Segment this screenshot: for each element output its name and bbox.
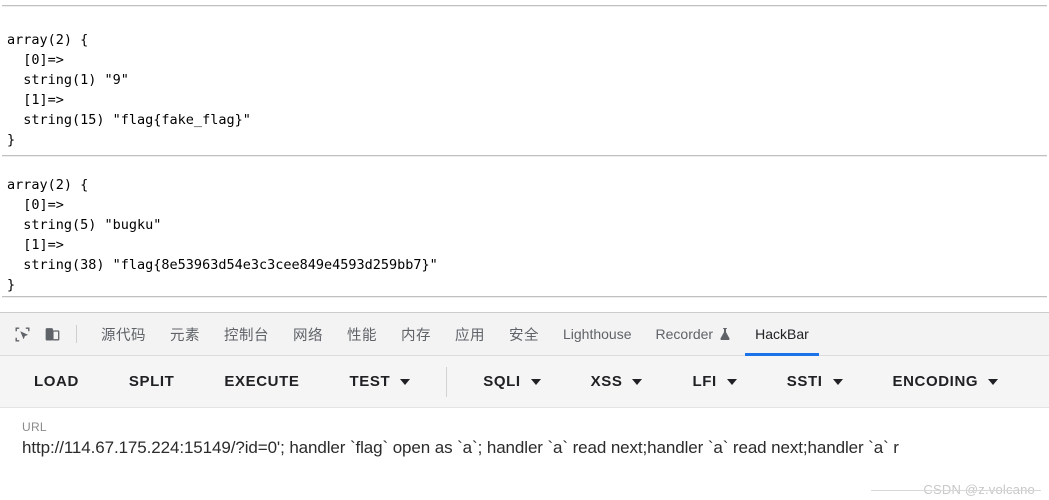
hackbar-test-dropdown[interactable]: TEST [341, 356, 418, 408]
hackbar-url-section: URL http://114.67.175.224:15149/?id=0'; … [0, 408, 1049, 500]
page-content-area: array(2) { [0]=> string(1) "9" [1]=> str… [0, 0, 1049, 312]
chevron-down-icon [530, 378, 541, 385]
tab-lighthouse[interactable]: Lighthouse [551, 313, 644, 356]
tab-label: Recorder [655, 326, 714, 342]
hackbar-sqli-dropdown[interactable]: SQLI [475, 356, 548, 408]
tab-label: 网络 [293, 327, 323, 344]
tab-performance[interactable]: 性能 [335, 313, 389, 356]
tab-label: Lighthouse [563, 326, 632, 342]
button-label: SSTI [786, 373, 823, 390]
hackbar-xss-dropdown[interactable]: XSS [583, 356, 651, 408]
tabstrip-divider [76, 325, 77, 343]
tab-memory[interactable]: 内存 [389, 313, 443, 356]
hackbar-load-button[interactable]: LOAD [26, 356, 87, 408]
tab-label: 源代码 [101, 327, 146, 344]
hackbar-toolbar-divider [446, 366, 448, 397]
hackbar-split-button[interactable]: SPLIT [121, 356, 183, 408]
button-label: EXECUTE [224, 373, 300, 390]
button-label: TEST [349, 373, 391, 390]
chevron-down-icon [832, 378, 843, 385]
tab-label: 内存 [401, 327, 431, 344]
tab-recorder[interactable]: Recorder [644, 313, 744, 356]
browser-screenshot: array(2) { [0]=> string(1) "9" [1]=> str… [0, 0, 1049, 500]
tab-application[interactable]: 应用 [443, 313, 497, 356]
hackbar-ssti-dropdown[interactable]: SSTI [779, 356, 851, 408]
chevron-down-icon [632, 378, 643, 385]
button-label: LOAD [34, 373, 79, 390]
var-dump-output-second: array(2) { [0]=> string(5) "bugku" [1]=>… [7, 176, 438, 293]
device-toolbar-icon[interactable] [38, 320, 66, 348]
tab-label: HackBar [755, 326, 809, 342]
hackbar-lfi-dropdown[interactable]: LFI [684, 356, 744, 408]
tab-sources[interactable]: 源代码 [89, 313, 158, 356]
experiment-flask-icon [719, 327, 731, 341]
url-input[interactable]: http://114.67.175.224:15149/?id=0'; hand… [22, 438, 1049, 458]
button-label: LFI [692, 373, 717, 390]
tab-hackbar[interactable]: HackBar [743, 313, 821, 356]
tab-label: 元素 [170, 327, 200, 344]
hackbar-encoding-dropdown[interactable]: ENCODING [885, 356, 1007, 408]
var-dump-output-first: array(2) { [0]=> string(1) "9" [1]=> str… [7, 31, 251, 148]
inspect-element-icon[interactable] [8, 320, 36, 348]
button-label: XSS [590, 373, 623, 390]
horizontal-rule-middle [2, 155, 1047, 157]
tab-security[interactable]: 安全 [497, 313, 551, 356]
url-field-label: URL [22, 420, 47, 434]
devtools-tabstrip: 源代码 元素 控制台 网络 性能 内存 应用 安全 Lighthouse Rec… [0, 313, 1049, 356]
tab-label: 性能 [347, 327, 377, 344]
horizontal-rule-bottom [2, 296, 1047, 298]
button-label: SPLIT [128, 373, 175, 390]
tab-network[interactable]: 网络 [281, 313, 335, 356]
hackbar-toolbar: LOAD SPLIT EXECUTE TEST SQLI XSS LFI SST… [0, 356, 1049, 408]
tab-label: 安全 [509, 327, 539, 344]
tab-elements[interactable]: 元素 [158, 313, 212, 356]
chevron-down-icon [988, 378, 999, 385]
devtools-panel: 源代码 元素 控制台 网络 性能 内存 应用 安全 Lighthouse Rec… [0, 312, 1049, 500]
button-label: SQLI [483, 373, 521, 390]
chevron-down-icon [400, 378, 411, 385]
tab-label: 控制台 [224, 327, 269, 344]
button-label: ENCODING [892, 373, 979, 390]
tab-console[interactable]: 控制台 [212, 313, 281, 356]
tab-label: 应用 [455, 327, 485, 344]
horizontal-rule-top [2, 5, 1047, 7]
chevron-down-icon [726, 378, 737, 385]
hackbar-execute-button[interactable]: EXECUTE [216, 356, 307, 408]
